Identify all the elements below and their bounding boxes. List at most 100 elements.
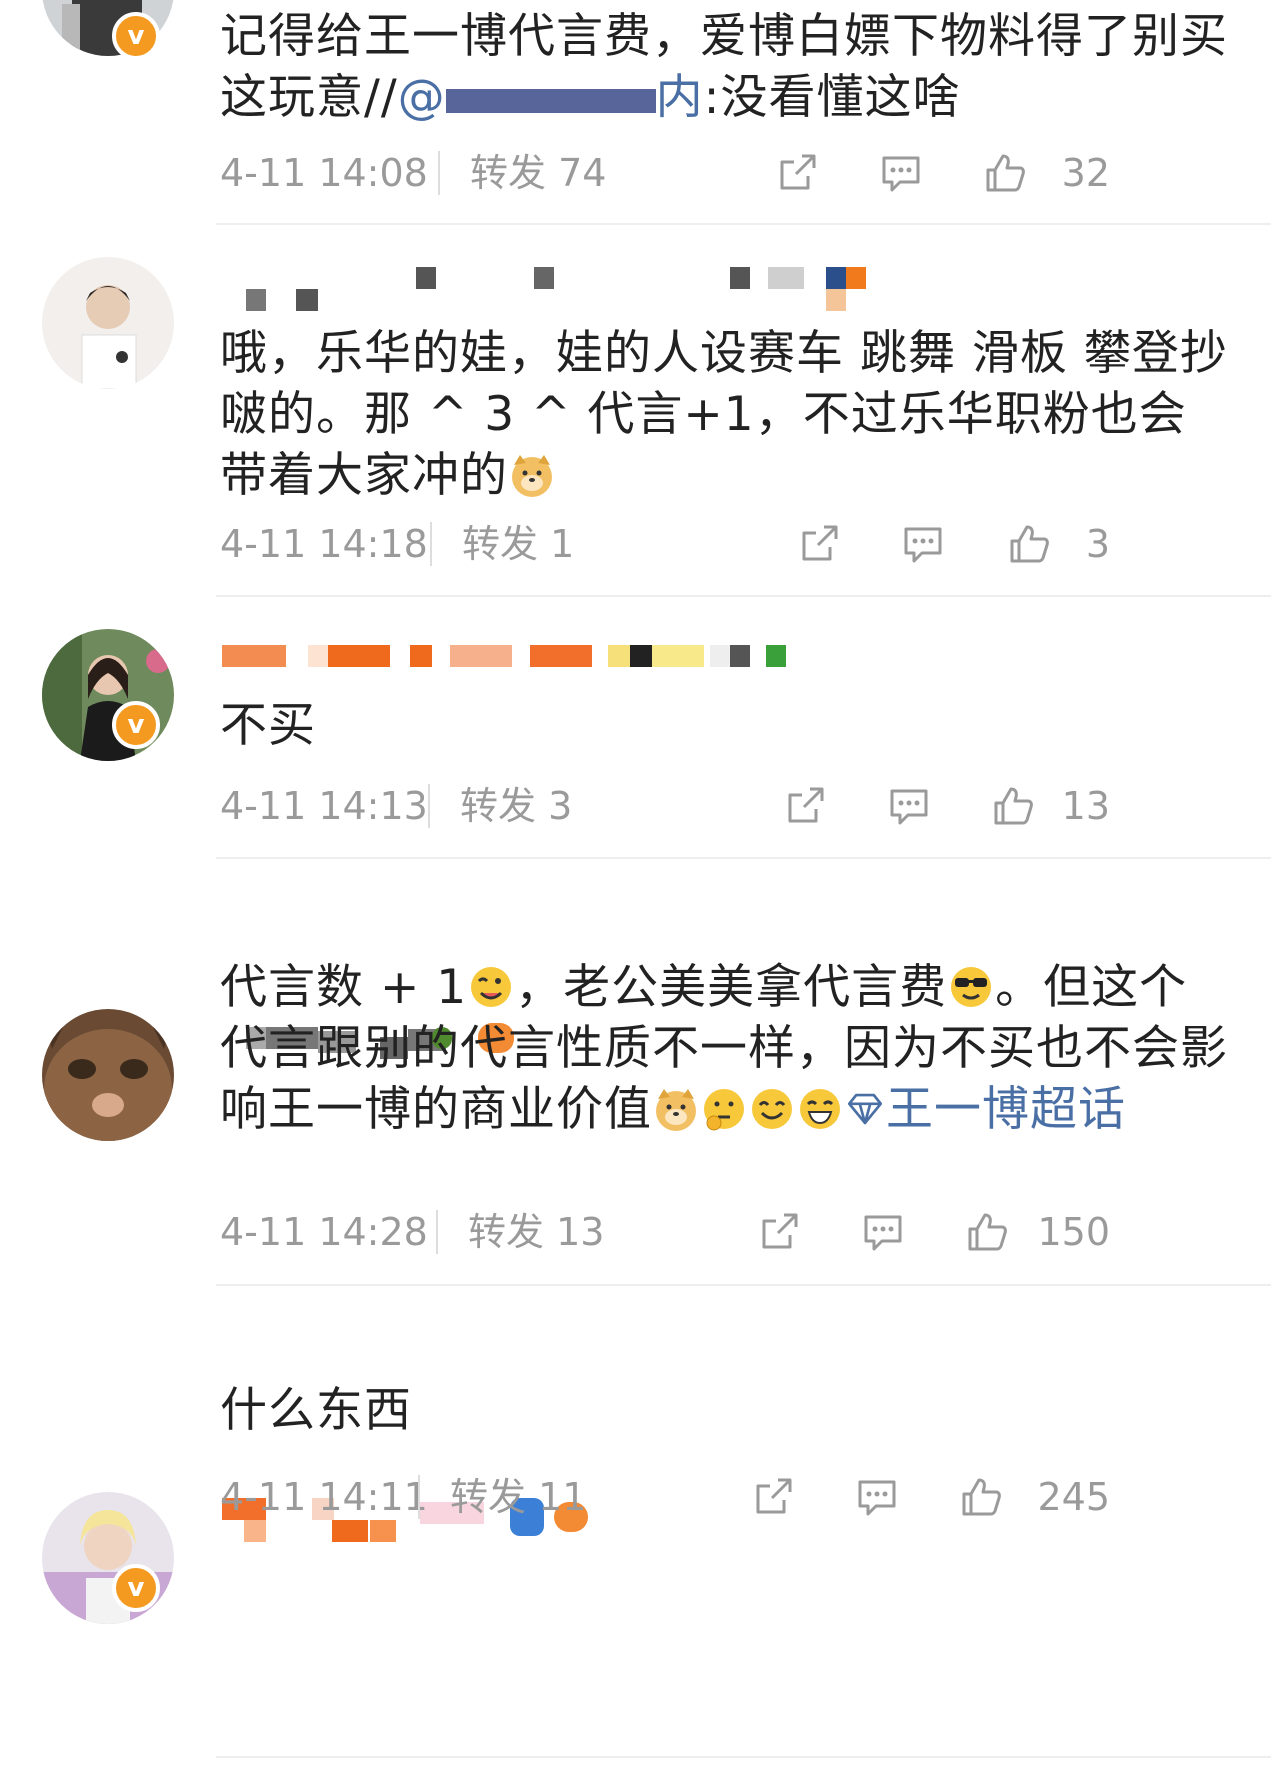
thumbs-up-icon[interactable] <box>990 783 1036 829</box>
masked-username[interactable] <box>220 267 980 311</box>
mask-block <box>332 1520 368 1542</box>
comment-item: 代言数 + 1 ，老公美美拿代言费 。但这个代言跟别的代言性质不一样，因为不买也不会… <box>0 859 1271 1286</box>
comment-time: 4-11 14:28 <box>220 1210 428 1254</box>
comment-item: 哦，乐华的娃，娃的人设赛车 跳舞 滑板 攀登抄啵的。那 ^ 3 ^ 代言+1，不… <box>0 225 1271 597</box>
diamond-topic-icon <box>847 1093 883 1125</box>
comment-icon[interactable] <box>878 150 924 196</box>
wink-emoji-icon <box>471 967 512 1007</box>
mask-block <box>826 289 846 311</box>
comment-icon[interactable] <box>860 1209 906 1255</box>
mention-link[interactable]: @ 内 <box>398 70 704 125</box>
comment-item: v 什么东西 4-11 14:11 转发 11 245 <box>0 1286 1271 1758</box>
mask-block <box>222 645 286 667</box>
mask-block <box>530 645 592 667</box>
topic-label: 王一博超话 <box>886 1082 1126 1137</box>
comment-text: 代言数 + 1 ，老公美美拿代言费 。但这个代言跟别的代言性质不一样，因为不买也不会… <box>220 957 1230 1140</box>
mask-block <box>730 267 750 289</box>
mask-block <box>370 1520 396 1542</box>
mask-block <box>608 645 630 667</box>
grin-emoji-icon <box>800 1089 840 1129</box>
thumbs-up-icon[interactable] <box>982 150 1028 196</box>
smile-emoji-icon <box>752 1089 792 1129</box>
comment-icon[interactable] <box>900 521 946 567</box>
thumbs-up-icon[interactable] <box>1006 521 1052 567</box>
mask-block <box>710 645 730 667</box>
mask-block <box>768 267 804 289</box>
comment-icon[interactable] <box>854 1474 900 1520</box>
like-count: 245 <box>1037 1475 1110 1519</box>
masked-username[interactable] <box>220 645 860 675</box>
topic-link[interactable]: 王一博超话 <box>844 1082 1126 1137</box>
mask-block <box>416 267 436 289</box>
meta-separator <box>430 522 432 566</box>
forward-count[interactable]: 转发 13 <box>468 1207 604 1257</box>
verified-badge-icon: v <box>112 12 160 60</box>
like-count: 3 <box>1085 522 1110 566</box>
doge-emoji-icon <box>512 455 552 497</box>
comment-item: v 不买 4-11 14:13 转发 3 13 <box>0 597 1271 859</box>
mask-block <box>846 267 866 289</box>
comment-time: 4-11 14:08 <box>220 151 428 195</box>
meta-separator <box>418 1475 420 1519</box>
like-count: 150 <box>1037 1210 1110 1254</box>
share-icon[interactable] <box>750 1474 796 1520</box>
comment-meta: 4-11 14:13 转发 3 13 <box>220 781 1230 831</box>
divider <box>216 1756 1271 1758</box>
share-icon[interactable] <box>774 150 820 196</box>
mask-block <box>630 645 652 667</box>
mask-block <box>534 267 554 289</box>
verified-badge-icon: v <box>112 1564 160 1612</box>
share-icon[interactable] <box>756 1209 802 1255</box>
comment-icon[interactable] <box>886 783 932 829</box>
mask-block <box>244 1520 266 1542</box>
mask-block <box>410 645 432 667</box>
comment-time: 4-11 14:11 <box>220 1475 428 1519</box>
comment-text-mid: ，老公美美拿代言费 <box>515 960 948 1015</box>
avatar[interactable] <box>42 629 174 761</box>
forward-count[interactable]: 转发 11 <box>450 1472 586 1522</box>
meta-separator <box>438 151 440 195</box>
thumbs-up-icon[interactable] <box>964 1209 1010 1255</box>
comment-meta: 4-11 14:08 转发 74 32 <box>220 148 1230 198</box>
cool-emoji-icon <box>951 967 992 1007</box>
comment-time: 4-11 14:18 <box>220 522 428 566</box>
mask-block <box>652 645 704 667</box>
mask-block <box>296 289 318 311</box>
mask-block <box>328 645 390 667</box>
comment-meta: 4-11 14:28 转发 13 150 <box>220 1207 1230 1257</box>
meta-separator <box>428 784 430 828</box>
comment-item: v 记得给王一博代言费，爱博白嫖下物料得了别买这玩意//@ 内:没看懂这啥 4-1… <box>0 0 1271 225</box>
verified-badge-icon: v <box>112 701 160 749</box>
share-icon[interactable] <box>782 783 828 829</box>
share-icon[interactable] <box>796 521 842 567</box>
mask-block <box>766 645 786 667</box>
comment-text-tail: :没看懂这啥 <box>703 70 961 125</box>
forward-count[interactable]: 转发 74 <box>470 148 606 198</box>
mask-block <box>246 289 266 311</box>
comment-text: 什么东西 <box>220 1383 412 1438</box>
forward-count[interactable]: 转发 1 <box>462 519 574 569</box>
comment-text-main: 代言数 + 1 <box>220 960 468 1015</box>
mask-block <box>450 645 512 667</box>
comment-time: 4-11 14:13 <box>220 784 428 828</box>
mask-block <box>826 267 846 289</box>
thumbs-up-icon[interactable] <box>958 1474 1004 1520</box>
mask-block <box>730 645 750 667</box>
comment-meta: 4-11 14:18 转发 1 3 <box>220 519 1230 569</box>
comment-text: 不买 <box>220 698 316 753</box>
doge-emoji-icon <box>656 1089 696 1131</box>
meta-separator <box>436 1210 438 1254</box>
mention-at: @ <box>397 70 446 125</box>
avatar[interactable] <box>42 257 174 389</box>
mask-block <box>308 645 328 667</box>
comment-meta: 4-11 14:11 转发 11 245 <box>220 1472 1230 1522</box>
mention-tail: 内 <box>655 70 704 125</box>
avatar[interactable] <box>42 1492 174 1624</box>
masked-username <box>445 88 656 113</box>
forward-count[interactable]: 转发 3 <box>460 781 572 831</box>
comment-text-main: 哦，乐华的娃，娃的人设赛车 跳舞 滑板 攀登抄啵的。那 ^ 3 ^ 代言+1，不… <box>220 326 1228 503</box>
thinking-emoji-icon <box>704 1089 744 1131</box>
like-count: 13 <box>1061 784 1110 828</box>
avatar[interactable] <box>42 1009 174 1141</box>
comment-text: 哦，乐华的娃，娃的人设赛车 跳舞 滑板 攀登抄啵的。那 ^ 3 ^ 代言+1，不… <box>220 323 1230 506</box>
